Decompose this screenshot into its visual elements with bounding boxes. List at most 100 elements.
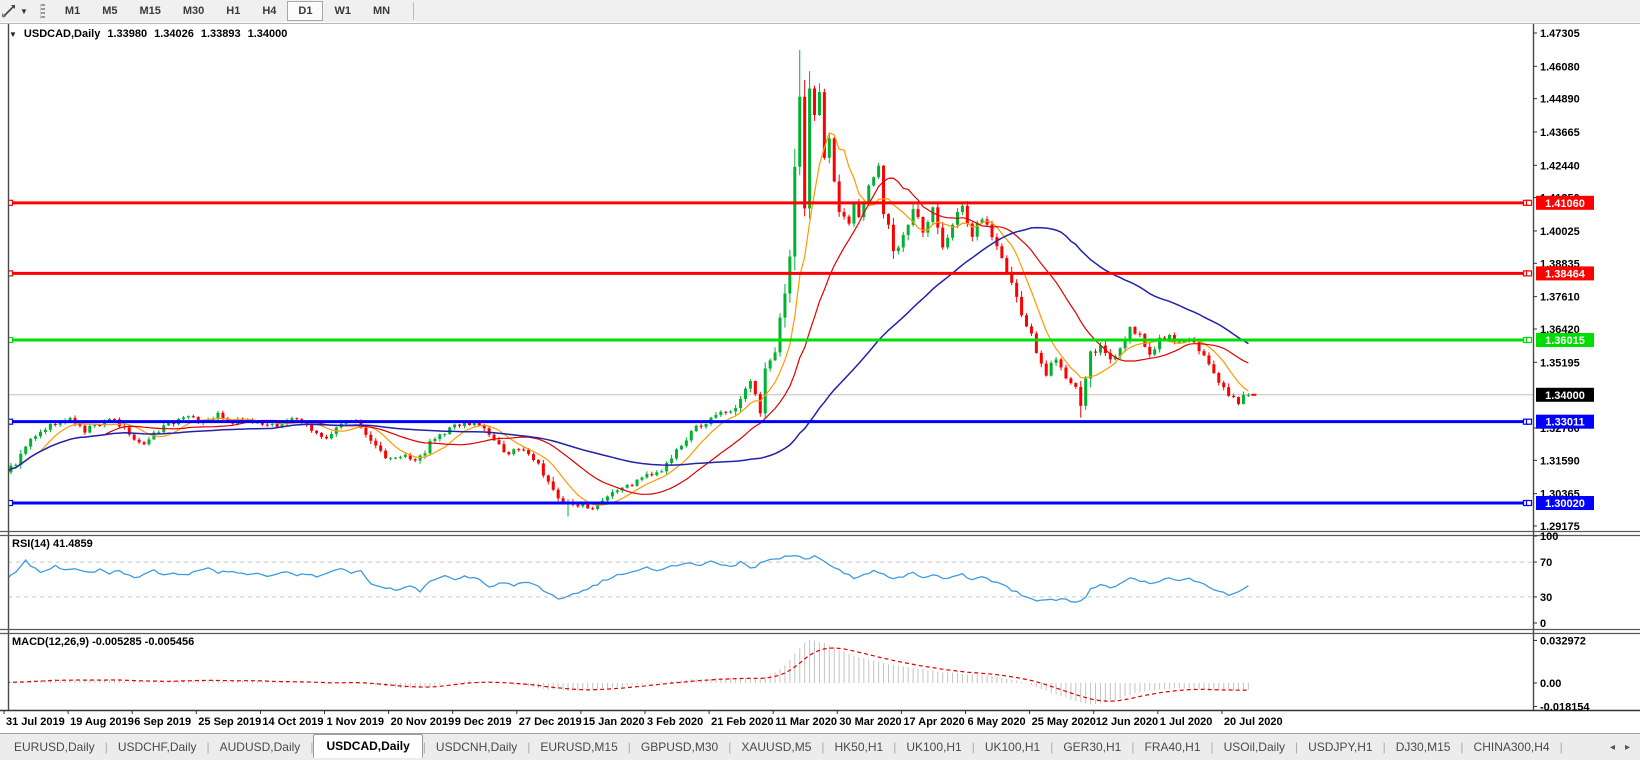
- chart-symbol-title: USDCAD,Daily: [23, 28, 101, 40]
- date-tick-label: 1 Nov 2019: [327, 716, 384, 728]
- candle-body: [1241, 394, 1245, 404]
- timeframe-button-m15[interactable]: M15: [128, 1, 171, 21]
- candle-body: [398, 456, 402, 458]
- candle-body: [379, 445, 383, 451]
- chart-tab-usoil-daily[interactable]: USOil,Daily: [1214, 736, 1295, 758]
- axis-anchor-support-lower: [1525, 499, 1533, 507]
- candle-body: [1069, 378, 1073, 384]
- timeframe-button-m30[interactable]: M30: [172, 1, 215, 21]
- chart-tab-usdchf-daily[interactable]: USDCHF,Daily: [108, 736, 207, 758]
- date-tick-label: 20 Nov 2019: [391, 716, 455, 728]
- candle-body: [517, 449, 521, 451]
- date-tick-label: 6 Sep 2019: [134, 716, 191, 728]
- chart-tab-usdcad-daily[interactable]: USDCAD,Daily: [313, 734, 423, 758]
- candle-body: [497, 440, 501, 445]
- toolbar-drag-grip[interactable]: [39, 3, 45, 19]
- chart-tab-gbpusd-m30[interactable]: GBPUSD,M30: [631, 736, 728, 758]
- candle-body: [1015, 282, 1019, 297]
- timeframe-button-h4[interactable]: H4: [251, 1, 287, 21]
- chart-tab-eurusd-daily[interactable]: EURUSD,Daily: [4, 736, 105, 758]
- candle-body: [1000, 246, 1004, 259]
- candle-body: [1227, 387, 1231, 396]
- candle-body: [739, 398, 743, 409]
- candle-body: [556, 489, 560, 499]
- date-tick-label: 20 Jul 2020: [1224, 716, 1283, 728]
- candle-body: [14, 464, 18, 466]
- cursor-tool-button[interactable]: [0, 0, 17, 22]
- candle-body: [615, 490, 619, 493]
- chart-tab-uk100-h1[interactable]: UK100,H1: [896, 736, 971, 758]
- chart-tab-usdjpy-h1[interactable]: USDJPY,H1: [1298, 736, 1382, 758]
- candle-body: [931, 207, 935, 223]
- quote-high: 1.34026: [154, 28, 194, 40]
- candle-body: [901, 235, 905, 248]
- axis-anchor-resistance-upper: [1525, 199, 1533, 206]
- candle-body: [58, 422, 62, 425]
- candle-body: [403, 454, 407, 457]
- candle-body: [704, 423, 708, 427]
- candle-body: [1059, 359, 1063, 368]
- candle-body: [778, 317, 782, 353]
- timeframe-button-h1[interactable]: H1: [215, 1, 251, 21]
- candle-body: [1212, 364, 1216, 374]
- timeframe-button-mn[interactable]: MN: [362, 1, 401, 21]
- candle-body: [857, 203, 861, 218]
- candle-body: [181, 417, 185, 420]
- candle-body: [1207, 355, 1211, 365]
- candle-body: [591, 508, 595, 510]
- date-tick-label: 30 Mar 2020: [839, 716, 901, 728]
- chart-tab-china300-h4[interactable]: CHINA300,H4: [1464, 736, 1560, 758]
- price-tick-label: 1.40025: [1540, 226, 1580, 238]
- candle-body: [1044, 363, 1048, 376]
- candle-body: [315, 430, 319, 433]
- candle-body: [645, 473, 649, 478]
- toolbar-separator: [413, 2, 415, 20]
- chart-canvas[interactable]: 1.473051.460801.448901.436651.424401.412…: [0, 22, 1640, 733]
- level-label-pivot-green-text: 1.36015: [1545, 335, 1585, 347]
- chart-tab-bar: EURUSD,Daily | USDCHF,Daily | AUDUSD,Daily | U…: [0, 733, 1640, 760]
- chart-tab-xauusd-m5[interactable]: XAUUSD,M5: [731, 736, 821, 758]
- chart-tab-eurusd-m15[interactable]: EURUSD,M15: [530, 736, 627, 758]
- scroll-tabs-right-icon[interactable]: ▸: [1625, 742, 1630, 753]
- chart-tab-audusd-daily[interactable]: AUDUSD,Daily: [210, 736, 311, 758]
- quote-open: 1.33980: [107, 28, 148, 40]
- candle-body: [610, 492, 614, 497]
- candle-body: [186, 416, 190, 418]
- candle-body: [1138, 333, 1142, 335]
- chart-tab-hk50-h1[interactable]: HK50,H1: [825, 736, 894, 758]
- candle-body: [867, 185, 871, 204]
- candle-body: [817, 92, 821, 115]
- candle-body: [813, 88, 817, 115]
- timeframe-button-w1[interactable]: W1: [323, 1, 362, 21]
- timeframe-button-d1[interactable]: D1: [287, 1, 324, 21]
- scroll-tabs-left-icon[interactable]: ◂: [1610, 742, 1615, 753]
- candle-body: [453, 424, 457, 428]
- candle-body: [946, 237, 950, 248]
- candle-body: [773, 352, 777, 361]
- candle-body: [191, 416, 195, 418]
- candle-body: [877, 165, 881, 178]
- chart-window[interactable]: 1.473051.460801.448901.436651.424401.412…: [0, 22, 1640, 733]
- chart-tab-ger30-h1[interactable]: GER30,H1: [1053, 736, 1131, 758]
- collapse-chart-icon[interactable]: ▼: [9, 30, 17, 39]
- level-label-support-lower-text: 1.30020: [1545, 498, 1585, 510]
- candle-body: [1034, 333, 1038, 353]
- candle-body: [724, 411, 728, 413]
- chart-tab-dj30-m15[interactable]: DJ30,M15: [1386, 736, 1461, 758]
- chart-tab-uk100-h1[interactable]: UK100,H1: [975, 736, 1050, 758]
- rsi-tick-label: 70: [1540, 557, 1552, 569]
- timeframe-button-m5[interactable]: M5: [91, 1, 128, 21]
- candle-body: [1237, 397, 1240, 404]
- cursor-tool-caret[interactable]: ▼: [17, 7, 34, 16]
- candle-body: [369, 434, 373, 441]
- candle-body: [1222, 382, 1226, 388]
- macd-indicator-label: MACD(12,26,9) -0.005285 -0.005456: [12, 636, 195, 648]
- rsi-tick-label: 100: [1540, 531, 1558, 543]
- timeframe-button-m1[interactable]: M1: [54, 1, 91, 21]
- axis-anchor-support-upper: [1525, 418, 1533, 425]
- candle-body: [507, 452, 511, 455]
- candle-body: [53, 424, 57, 426]
- chart-tab-usdcnh-daily[interactable]: USDCNH,Daily: [426, 736, 527, 758]
- chart-tab-fra40-h1[interactable]: FRA40,H1: [1134, 736, 1210, 758]
- candle-body: [576, 504, 580, 507]
